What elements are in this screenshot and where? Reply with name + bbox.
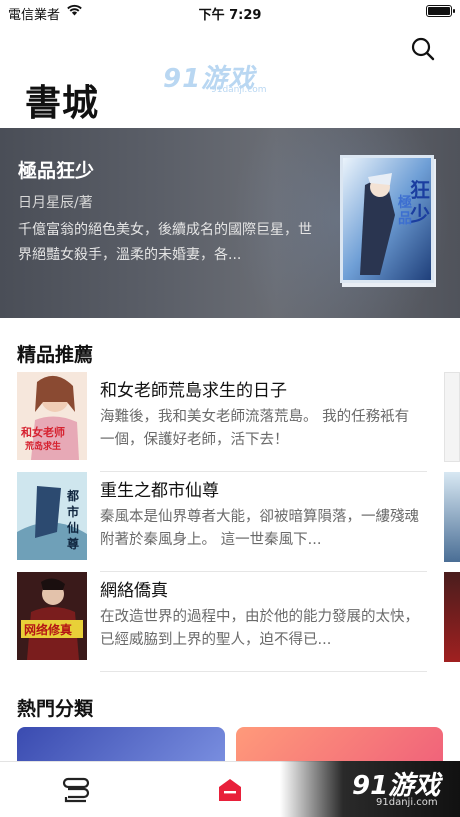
book-list-item[interactable]: 网络修真 網絡僑真 在改造世界的過程中，由於他的能力發展的太快，已經威脇到上界的… [17, 572, 427, 672]
book-title: 網絡僑真 [100, 581, 168, 601]
svg-text:少: 少 [409, 202, 430, 226]
section-title-recommended: 精品推薦 [17, 344, 94, 366]
book-list-item[interactable]: 和女老师 荒岛求生 和女老師荒島求生的日子 海難後，我和美女老師流落荒島。 我的… [17, 372, 427, 472]
featured-book-title: 極品狂少 [18, 160, 95, 182]
book-description: 海難後，我和美女老師流落荒島。 我的任務衹有一個，保護好老師，活下去！ [100, 409, 410, 448]
featured-book-cover[interactable]: 狂 少 極 品 [340, 155, 438, 288]
svg-text:市: 市 [67, 504, 79, 519]
search-icon[interactable] [408, 34, 438, 64]
book-cover: 和女老师 荒岛求生 [17, 372, 87, 460]
book-description: 秦風本是仙界尊者大能，卻被暗算隕落，一縷殘魂附著於秦風身上。 這一世秦風下... [100, 509, 419, 548]
book-title: 和女老師荒島求生的日子 [100, 381, 287, 401]
featured-book-author: 日月星辰/著 [18, 195, 93, 211]
svg-text:网络修真: 网络修真 [24, 622, 72, 637]
book-title: 重生之都市仙尊 [100, 481, 219, 501]
next-column-preview[interactable] [444, 472, 460, 562]
section-title-categories: 熱門分類 [17, 698, 94, 720]
svg-text:和女老师: 和女老师 [21, 425, 65, 439]
svg-text:尊: 尊 [67, 536, 79, 551]
watermark-url: 91danji.com [376, 797, 438, 808]
featured-book-description: 千億富翁的絕色美女，後續成名的國際巨星，世界絕豔女殺手，溫柔的未婚妻，各... [18, 222, 312, 263]
featured-banner[interactable]: 極品狂少 日月星辰/著 千億富翁的絕色美女，後續成名的國際巨星，世界絕豔女殺手，… [0, 128, 460, 318]
next-column-preview[interactable] [444, 572, 460, 662]
clock: 下午 7:29 [198, 8, 262, 23]
svg-text:品: 品 [398, 211, 412, 227]
svg-text:仙: 仙 [67, 520, 79, 535]
book-list-item[interactable]: 都 市 仙 尊 重生之都市仙尊 秦風本是仙界尊者大能，卻被暗算隕落，一縷殘魂附著… [17, 472, 427, 572]
book-cover: 网络修真 [17, 572, 87, 660]
battery-icon [426, 5, 455, 17]
book-cover: 都 市 仙 尊 [17, 472, 87, 560]
watermark-banner: 91游戏 91danji.com [280, 761, 460, 817]
watermark-logo: 91游戏 91danji.com [163, 58, 266, 95]
svg-text:極: 極 [398, 194, 412, 211]
bookshelf-icon[interactable] [62, 776, 90, 804]
book-description: 在改造世界的過程中，由於他的能力發展的太快，已經威脇到上界的聖人，迫不得已... [100, 609, 419, 648]
svg-text:荒岛求生: 荒岛求生 [24, 440, 61, 452]
divider [100, 671, 427, 672]
next-column-preview[interactable] [444, 372, 460, 462]
page-title: 書城 [25, 83, 100, 124]
bookstore-icon[interactable] [216, 776, 244, 804]
svg-text:都: 都 [66, 488, 79, 503]
svg-text:狂: 狂 [410, 178, 430, 202]
status-bar: 電信業者 下午 7:29 [0, 0, 460, 24]
watermark-url: 91danji.com [211, 85, 267, 95]
